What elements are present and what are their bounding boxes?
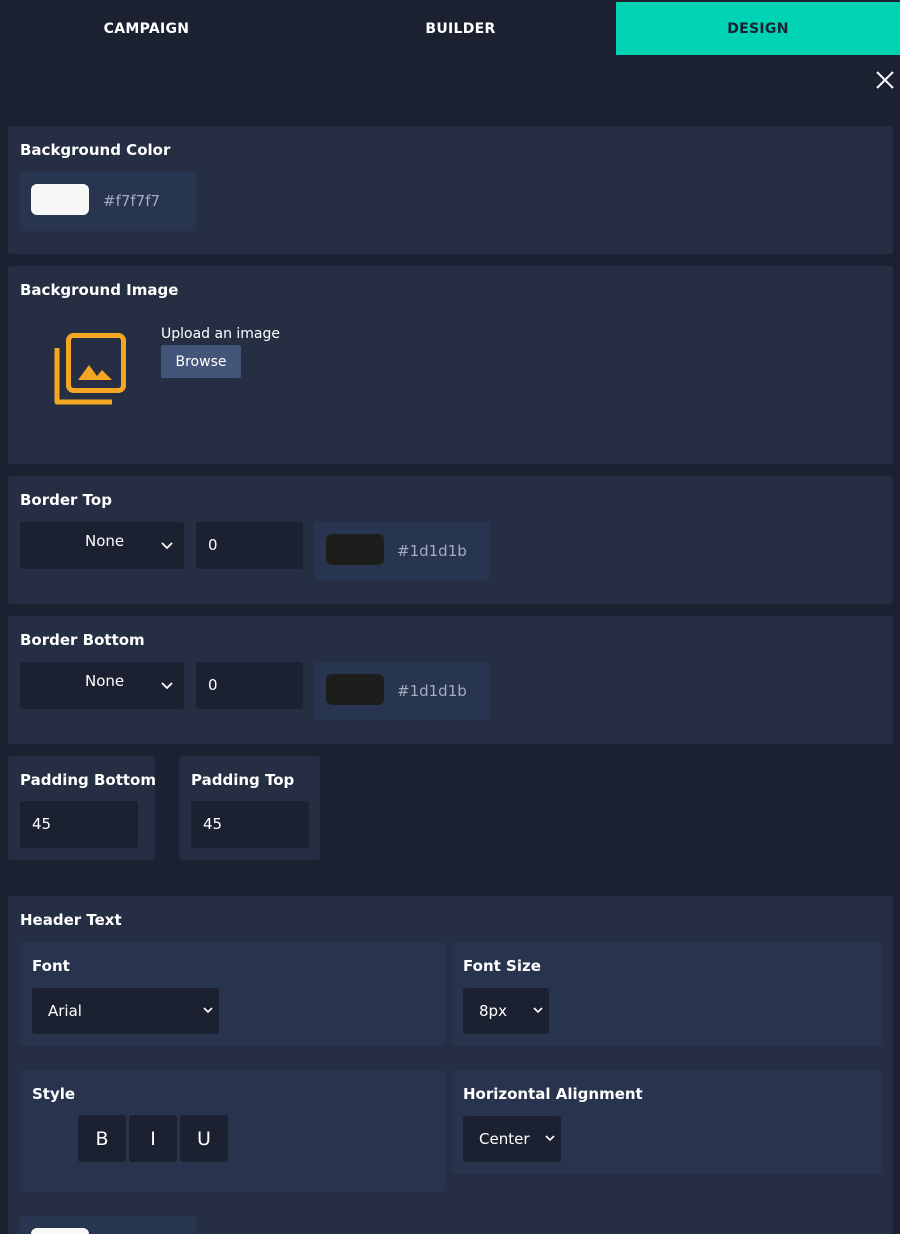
border-top-width-value: 0 [208,536,218,554]
border-bottom-color-hex[interactable]: #1d1d1b [397,682,467,700]
style-label: Style [32,1085,76,1103]
upload-image-text: Upload an image [161,326,281,342]
background-color-swatch[interactable] [31,184,89,215]
top-tab-bar: CAMPAIGN BUILDER DESIGN [0,0,900,56]
tab-builder[interactable]: BUILDER [307,2,614,55]
header-color-swatch[interactable] [31,1228,89,1234]
border-top-color-hex[interactable]: #1d1d1b [397,542,467,560]
header-color-picker[interactable] [20,1216,196,1234]
border-bottom-color-swatch[interactable] [326,674,384,705]
close-icon[interactable] [874,69,896,91]
tab-campaign[interactable]: CAMPAIGN [0,2,293,55]
font-label: Font [32,957,70,975]
tab-design[interactable]: DESIGN [616,2,900,55]
padding-bottom-value: 45 [32,815,52,833]
image-gallery-icon [54,333,126,405]
chevron-down-icon [161,542,173,550]
font-size-label: Font Size [463,957,541,975]
chevron-down-icon [161,682,173,690]
horizontal-alignment-value: Center [479,1130,530,1148]
background-color-hex[interactable]: #f7f7f7 [103,192,160,210]
header-text-label: Header Text [20,911,122,929]
padding-top-value: 45 [203,815,223,833]
border-top-label: Border Top [20,491,112,509]
border-top-style-select[interactable]: None [20,522,184,569]
border-bottom-style-value: None [85,672,125,690]
border-top-width-input[interactable]: 0 [196,522,303,569]
border-top-color-picker[interactable]: #1d1d1b [314,522,490,580]
horizontal-alignment-label: Horizontal Alignment [463,1085,643,1103]
padding-top-input[interactable]: 45 [191,801,309,848]
bold-button[interactable]: B [78,1115,126,1162]
border-bottom-width-input[interactable]: 0 [196,662,303,709]
browse-button[interactable]: Browse [161,345,241,378]
border-bottom-style-select[interactable]: None [20,662,184,709]
background-color-picker[interactable]: #f7f7f7 [20,172,196,231]
horizontal-alignment-select[interactable]: Center [463,1116,561,1162]
border-top-color-swatch[interactable] [326,534,384,565]
background-image-label: Background Image [20,281,179,299]
padding-bottom-label: Padding Bottom [20,771,156,789]
border-top-style-value: None [85,532,125,550]
background-color-label: Background Color [20,141,171,159]
chevron-down-icon [545,1135,555,1142]
border-bottom-color-picker[interactable]: #1d1d1b [314,662,490,720]
italic-button[interactable]: I [129,1115,177,1162]
chevron-down-icon [533,1007,543,1014]
underline-button[interactable]: U [180,1115,228,1162]
font-value: Arial [48,1002,82,1020]
chevron-down-icon [203,1007,213,1014]
font-select[interactable]: Arial [32,988,219,1034]
padding-bottom-input[interactable]: 45 [20,801,138,848]
font-size-value: 8px [479,1002,507,1020]
border-bottom-width-value: 0 [208,676,218,694]
border-bottom-label: Border Bottom [20,631,145,649]
font-size-select[interactable]: 8px [463,988,549,1034]
padding-top-label: Padding Top [191,771,295,789]
